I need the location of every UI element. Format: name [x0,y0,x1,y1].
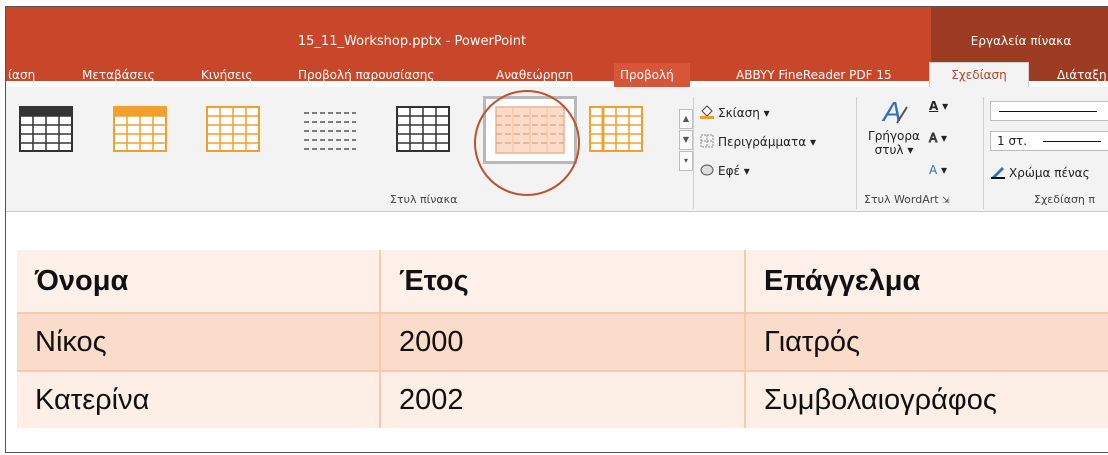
borders-button[interactable]: Περιγράμματα ▾ [699,134,816,149]
cell-year[interactable]: 2000 [380,312,746,371]
cell-profession[interactable]: Συμβολαιογράφος [745,370,1108,428]
table-style-thumb-7[interactable] [584,99,648,161]
text-effects-icon: A [929,163,938,177]
table-style-thumb-2[interactable] [108,99,172,161]
pen-color-label: Χρώμα πένας [1009,166,1090,180]
group-separator [693,97,694,209]
gallery-scroll-down[interactable]: ▼ [679,130,693,150]
tab-abbyy[interactable]: ABBYY FineReader PDF 15 [730,63,898,87]
text-fill-icon: A [929,99,939,113]
table-row: Νίκος 2000 Γιατρός [17,312,1108,371]
highlight-circle [474,90,580,196]
borders-icon [699,134,715,148]
pen-icon [990,165,1006,179]
group-label-draw-borders: Σχεδίαση π [1034,193,1096,206]
effects-icon [699,163,715,177]
wordart-a-icon: A [879,95,909,129]
tab-insert[interactable]: ίαση [6,63,41,87]
cell-profession[interactable]: Γιατρός [745,312,1108,371]
group-label-wordart: Στυλ WordArt ⇲ [864,193,950,206]
tab-review[interactable]: Αναθεώρηση [490,63,579,87]
text-effects-button[interactable]: A ▾ [929,163,947,177]
window-title: 15_11_Workshop.pptx - PowerPoint [297,34,527,49]
quick-styles-label: Γρήγορα [868,129,920,143]
header-cell-profession[interactable]: Επάγγελμα [745,250,1108,313]
cell-year[interactable]: 2002 [380,370,746,428]
header-cell-name[interactable]: Όνομα [17,250,381,313]
tab-slide-show[interactable]: Προβολή παρουσίασης [292,63,440,87]
tab-design[interactable]: Σχεδίαση [929,62,1029,89]
pen-weight-line [1043,141,1101,142]
effects-label: Εφέ [718,164,740,178]
text-outline-icon: A [928,131,938,146]
paint-bucket-icon [699,105,715,119]
pen-style-dropdown[interactable] [990,101,1108,121]
text-outline-button[interactable]: A ▾ [928,131,947,146]
group-separator [856,97,857,209]
pen-color-button[interactable]: Χρώμα πένας [990,165,1090,180]
table-style-thumb-4[interactable] [298,99,362,161]
group-separator [983,97,984,209]
effects-button[interactable]: Εφέ ▾ [699,163,750,178]
pen-weight-dropdown[interactable]: 1 στ. [990,131,1108,151]
borders-label: Περιγράμματα [718,135,807,149]
text-fill-button[interactable]: A ▾ [929,99,948,113]
cell-name[interactable]: Νίκος [17,312,381,371]
header-cell-year[interactable]: Έτος [380,250,746,313]
quick-styles-label-line2: στυλ ▾ [874,143,914,157]
pen-weight-value: 1 στ. [997,134,1028,148]
tab-view[interactable]: Προβολή [614,63,690,87]
gallery-more-button[interactable]: ▾ [679,151,693,171]
tab-animations[interactable]: Κινήσεις [195,63,258,87]
gallery-scroll-up[interactable]: ▲ [679,109,693,129]
table-style-thumb-5[interactable] [391,99,455,161]
table-style-thumb-1[interactable] [14,99,78,161]
pen-style-line [999,111,1097,112]
shading-button[interactable]: Σκίαση ▾ [699,105,770,120]
table-style-thumb-3[interactable] [201,99,265,161]
group-label-table-styles: Στυλ πίνακα [390,193,458,206]
quick-styles-button[interactable]: A Γρήγορα στυλ ▾ [864,91,924,185]
table-row: Κατερίνα 2002 Συμβολαιογράφος [17,370,1108,428]
dialog-launcher-icon[interactable]: ⇲ [942,196,950,206]
slide-table: Όνομα Έτος Επάγγελμα Νίκος 2000 Γιατρός … [17,250,1108,446]
ribbon-tabs: ίαση Μεταβάσεις Κινήσεις Προβολή παρουσί… [6,62,1108,89]
table-header-row: Όνομα Έτος Επάγγελμα [17,250,1108,313]
tab-transitions[interactable]: Μεταβάσεις [76,63,161,87]
tab-layout[interactable]: Διάταξη [1051,63,1108,87]
cell-name[interactable]: Κατερίνα [17,370,381,428]
shading-label: Σκίαση [718,106,760,120]
context-group-title: Εργαλεία πίνακα [970,34,1072,48]
